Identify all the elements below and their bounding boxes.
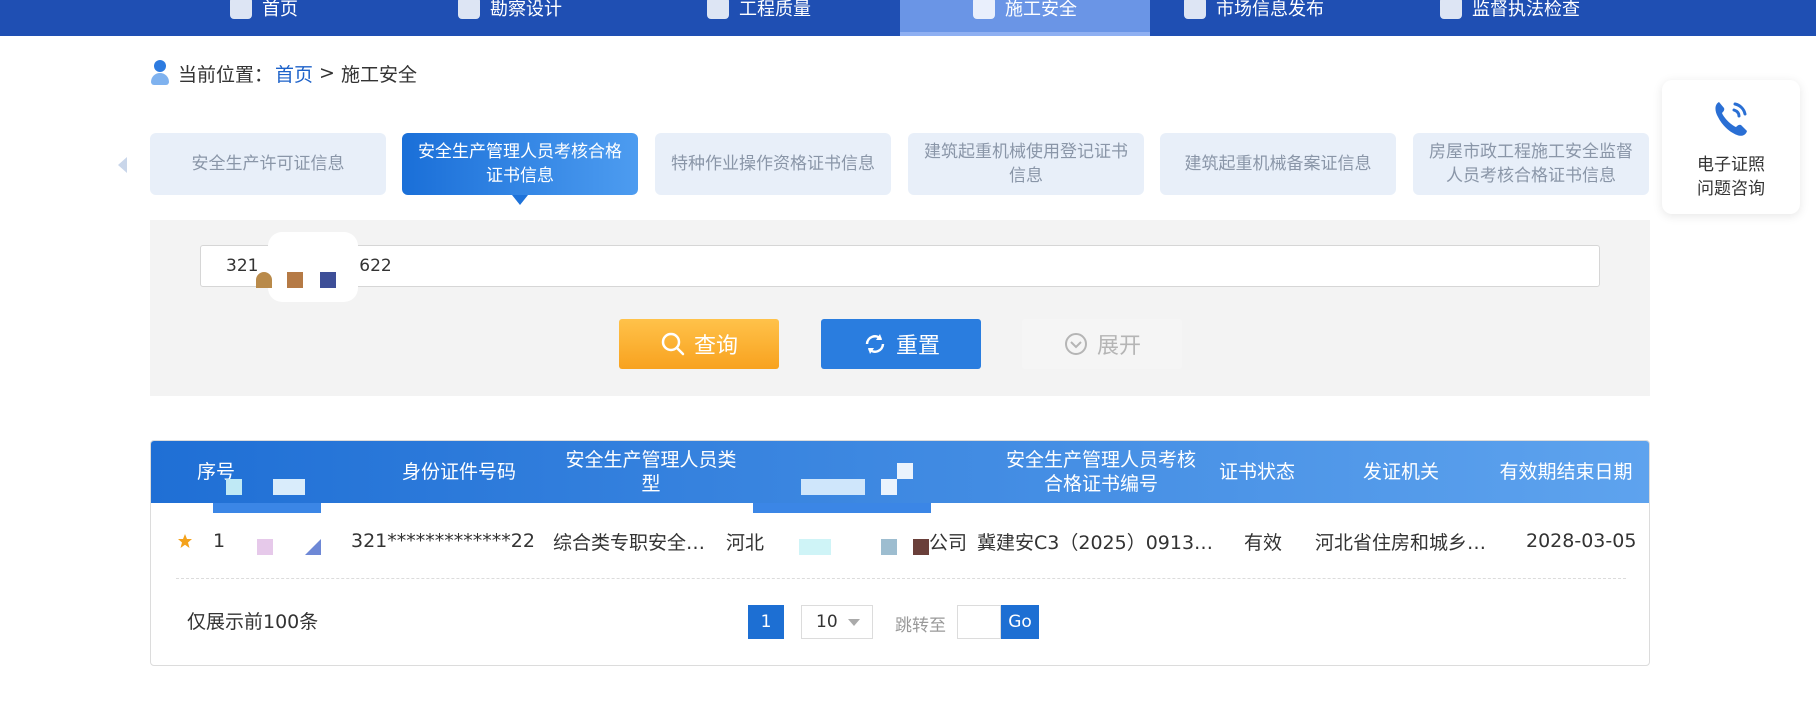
favorite-star-icon[interactable] <box>177 503 193 579</box>
cell-expiry-date: 2028-03-05 <box>1526 530 1637 552</box>
query-button[interactable]: 查询 <box>619 319 779 369</box>
redaction-mask <box>287 272 303 288</box>
chevron-down-icon <box>848 619 860 626</box>
nav-item-market-info[interactable]: 市场信息发布 <box>1184 0 1324 36</box>
header-manager-type: 安全生产管理人员类型 <box>565 449 737 495</box>
page-number-current[interactable]: 1 <box>748 605 784 639</box>
nav-item-label: 工程质量 <box>739 0 811 20</box>
search-icon <box>661 332 685 356</box>
header-id-number: 身份证件号码 <box>401 461 516 483</box>
e-license-help-widget[interactable]: 电子证照 问题咨询 <box>1662 80 1800 214</box>
jump-to-label: 跳转至 <box>895 616 946 636</box>
id-number-search-input[interactable]: 321 2622 <box>200 245 1600 287</box>
nav-item-survey-design[interactable]: 勘察设计 <box>458 0 562 36</box>
nav-item-label: 监督执法检查 <box>1472 0 1580 20</box>
nav-item-label: 施工安全 <box>1005 0 1077 20</box>
redaction-mask <box>273 479 305 495</box>
help-label-line2: 问题咨询 <box>1697 179 1765 199</box>
nav-item-home[interactable]: 首页 <box>230 0 298 36</box>
header-seq: 序号 <box>196 461 235 483</box>
cell-issuing-authority: 河北省住房和城乡… <box>1315 531 1487 554</box>
header-expiry-date: 有效期结束日期 <box>1499 461 1633 483</box>
expand-button-label: 展开 <box>1096 334 1141 359</box>
go-button[interactable]: Go <box>1001 605 1039 639</box>
breadcrumb-separator: > <box>319 62 335 84</box>
refresh-icon <box>865 334 885 354</box>
tabs-scroll-left-icon[interactable] <box>118 157 127 173</box>
tab-safety-manager-certificate[interactable]: 安全生产管理人员考核合格证书信息 <box>402 133 638 205</box>
jump-page-input[interactable] <box>957 605 1001 639</box>
cell-company-start: 河北 <box>726 531 765 554</box>
breadcrumb-current: 施工安全 <box>340 63 417 86</box>
page-size-value: 10 <box>816 612 838 632</box>
redaction-mask <box>256 272 272 288</box>
cell-certificate-number: 冀建安C3（2025）0913… <box>977 531 1214 554</box>
redaction-mask <box>226 479 242 495</box>
location-person-icon <box>150 59 170 87</box>
redaction-mask <box>268 232 358 302</box>
results-table: 序号 身份证件号码 安全生产管理人员类型 安全生产管理人员考核合格证书编号 证书… <box>150 440 1650 666</box>
tab-supervisor-certificate[interactable]: 房屋市政工程施工安全监督人员考核合格证书信息 <box>1413 133 1649 195</box>
safety-helmet-icon <box>973 0 995 19</box>
redaction-mask <box>897 463 913 479</box>
table-row[interactable]: 1 321*************22 综合类专职安全… 河北 公司 冀建安C… <box>151 503 1649 579</box>
redaction-mask <box>799 539 831 555</box>
breadcrumb-home-link[interactable]: 首页 <box>275 60 313 87</box>
reset-button[interactable]: 重置 <box>821 319 981 369</box>
quality-icon <box>707 0 729 19</box>
cell-seq: 1 <box>213 530 226 552</box>
breadcrumb: 当前位置： 首页 > 施工安全 <box>150 58 417 88</box>
tab-crane-use-registration[interactable]: 建筑起重机械使用登记证书信息 <box>908 133 1144 195</box>
broadcast-icon <box>1184 0 1206 19</box>
chevron-down-circle-icon <box>1064 333 1087 355</box>
cell-manager-type: 综合类专职安全… <box>553 531 706 554</box>
tab-safety-production-license[interactable]: 安全生产许可证信息 <box>150 133 386 195</box>
help-label-line1: 电子证照 <box>1697 155 1765 175</box>
table-header: 序号 身份证件号码 安全生产管理人员类型 安全生产管理人员考核合格证书编号 证书… <box>151 441 1649 513</box>
certificate-tabs: 安全生产许可证信息 安全生产管理人员考核合格证书信息 特种作业操作资格证书信息 … <box>0 133 1816 208</box>
redaction-mask <box>881 479 897 495</box>
cell-id-number: 321*************22 <box>351 530 535 552</box>
page-size-select[interactable]: 10 <box>801 605 873 639</box>
tab-crane-filing-certificate[interactable]: 建筑起重机械备案证信息 <box>1160 133 1396 195</box>
result-limit-note: 仅展示前100条 <box>187 611 319 633</box>
redaction-mask <box>305 539 321 555</box>
header-certificate-number: 安全生产管理人员考核合格证书编号 <box>1005 449 1196 495</box>
home-icon <box>230 0 252 19</box>
phone-icon <box>1715 102 1747 136</box>
nav-item-label: 市场信息发布 <box>1216 0 1324 20</box>
design-icon <box>458 0 480 19</box>
header-certificate-status: 证书状态 <box>1218 461 1295 483</box>
redaction-mask <box>257 539 273 555</box>
search-value-start: 321 <box>226 256 259 276</box>
breadcrumb-prefix: 当前位置： <box>178 63 274 86</box>
tab-special-operation-certificate[interactable]: 特种作业操作资格证书信息 <box>655 133 891 195</box>
nav-item-quality[interactable]: 工程质量 <box>707 0 811 36</box>
cell-company-end: 公司 <box>929 531 968 554</box>
redaction-mask <box>881 539 897 555</box>
nav-item-construction-safety[interactable]: 施工安全 <box>900 0 1150 36</box>
search-panel: 321 2622 查询 重置 展开 <box>150 220 1650 396</box>
cell-certificate-status: 有效 <box>1244 531 1283 554</box>
header-issuing-authority: 发证机关 <box>1362 461 1439 483</box>
active-nav-underline <box>900 32 1150 36</box>
inspection-icon <box>1440 0 1462 19</box>
top-navigation: 首页 勘察设计 工程质量 施工安全 市场信息发布 监督执法检查 <box>0 0 1816 36</box>
redaction-mask <box>913 539 929 555</box>
pagination: 仅展示前100条 1 10 跳转至 Go <box>151 579 1649 665</box>
nav-item-label: 首页 <box>262 0 298 20</box>
redaction-mask <box>801 479 865 495</box>
redaction-mask <box>320 272 336 288</box>
expand-button[interactable]: 展开 <box>1022 319 1182 369</box>
nav-item-label: 勘察设计 <box>490 0 562 20</box>
nav-item-supervision[interactable]: 监督执法检查 <box>1440 0 1580 36</box>
query-button-label: 查询 <box>693 334 738 359</box>
reset-button-label: 重置 <box>895 334 940 359</box>
